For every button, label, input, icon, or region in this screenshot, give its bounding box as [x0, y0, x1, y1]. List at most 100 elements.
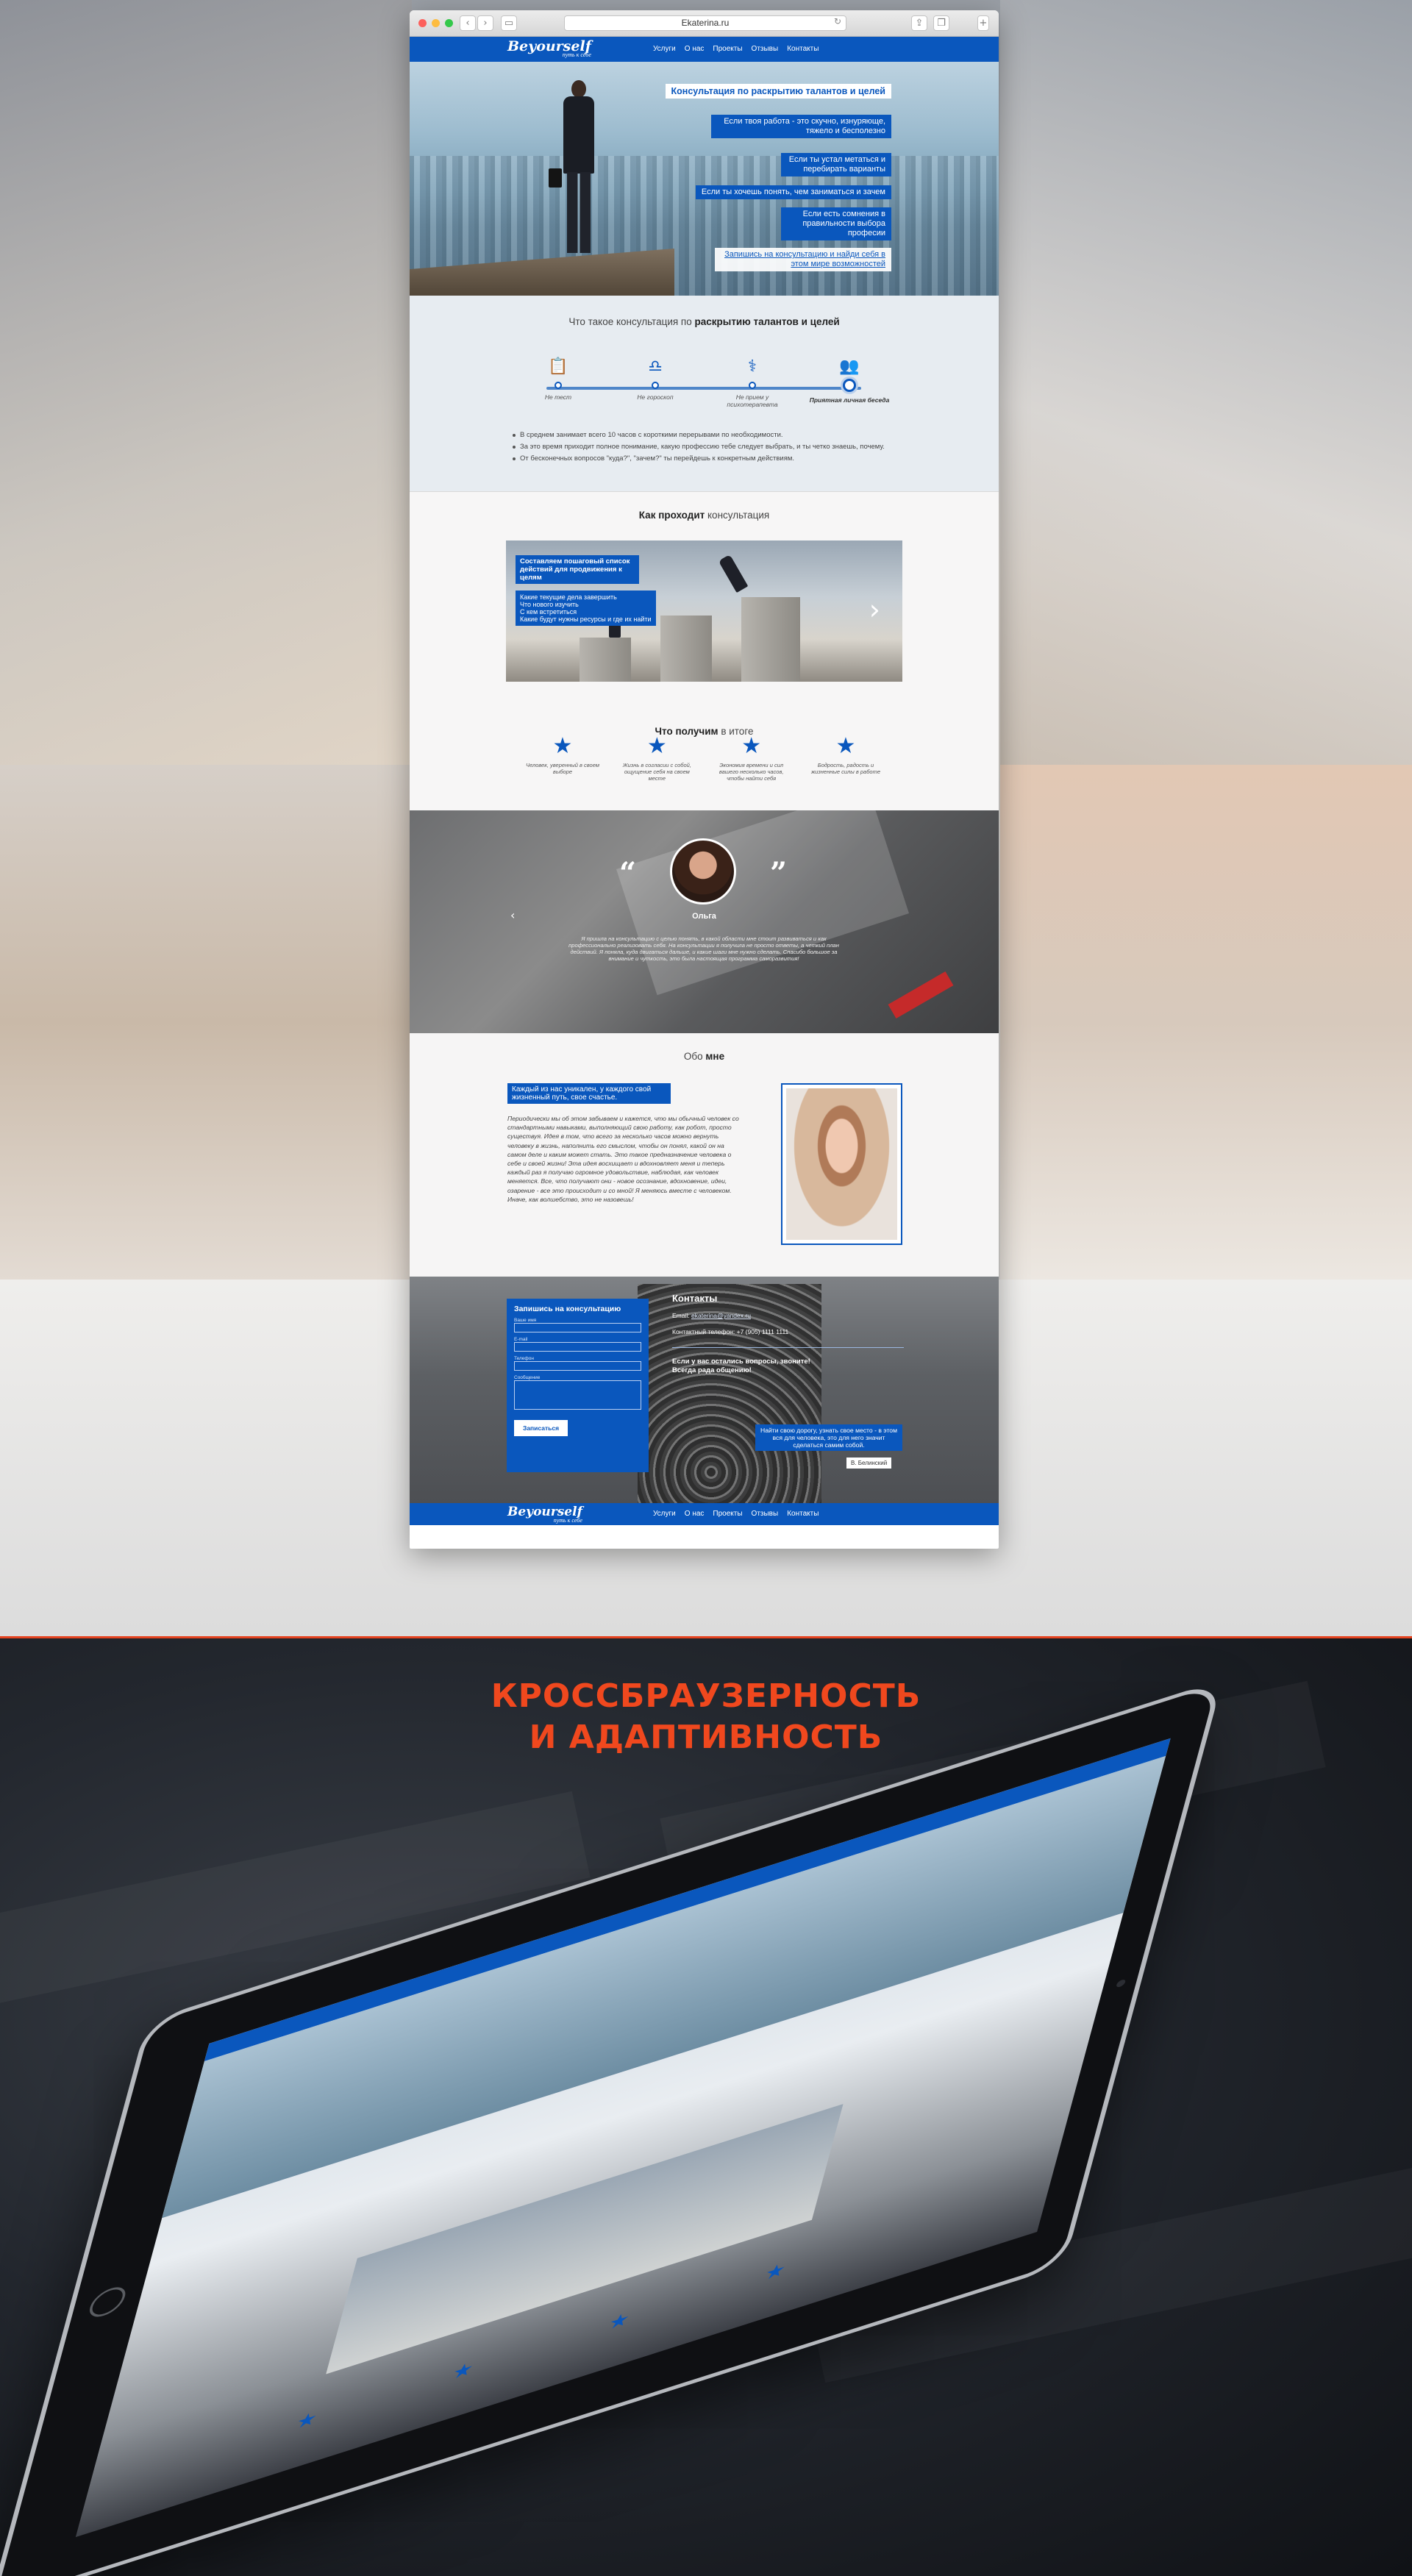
tabs-icon[interactable]: ❐ — [933, 15, 949, 31]
hero-item: Если ты хочешь понять, чем заниматься и … — [695, 185, 891, 199]
address-bar[interactable]: Ekaterina.ru ↻ — [564, 15, 846, 31]
typewriter-image — [638, 1284, 821, 1519]
star-icon: ★ — [835, 733, 856, 759]
step-item: 👥 Приятная личная беседа — [809, 357, 890, 404]
test-icon: 📋 — [548, 357, 568, 376]
browser-window: ‹ › ▭ Ekaterina.ru ↻ ⇪ ❐ + Beyourself пу… — [410, 10, 999, 1549]
menu-item-contacts[interactable]: Контакты — [787, 1503, 819, 1525]
promo-section: КРОССБРАУЗЕРНОСТЬ И АДАПТИВНОСТЬ ★ ★ ★ ★ — [0, 1636, 1412, 2576]
results-list: ★ Человек, уверенный в своем выборе ★ Жи… — [506, 735, 902, 782]
site-header: Beyourself путь к себе Услуги О нас Прое… — [410, 37, 999, 62]
sidebar-icon[interactable]: ▭ — [501, 15, 517, 31]
star-icon: ★ — [646, 733, 667, 759]
name-field[interactable] — [514, 1323, 641, 1332]
menu-item-reviews[interactable]: Отзывы — [752, 37, 779, 62]
tablet-mockup: ★ ★ ★ ★ — [0, 1679, 1224, 2576]
people-icon: 👥 — [839, 357, 860, 376]
quote-close-icon: ” — [770, 856, 788, 891]
form-title: Запишись на консультацию — [514, 1305, 621, 1313]
slide-list: Какие текущие дела завершить Что нового … — [516, 591, 656, 626]
section-title: Что получим в итоге — [655, 726, 754, 737]
steps-timeline: 📋 Не тест ♎ Не гороскоп ⚕ Не прием у пси… — [545, 356, 889, 408]
info-list: В среднем занимает всего 10 часов с коро… — [513, 429, 924, 465]
review-text: Я пришла на консультацию с целью понять,… — [568, 935, 839, 962]
about-section: Обо мне Каждый из нас уникален, у каждог… — [410, 1033, 999, 1277]
horoscope-icon: ♎ — [648, 357, 663, 376]
how-section: Как проходит консультация Составляем пош… — [410, 491, 999, 810]
signup-form: Запишись на консультацию Ваше имя E-mail… — [507, 1299, 649, 1472]
share-icon[interactable]: ⇪ — [911, 15, 927, 31]
list-item: От бесконечных вопросов "куда?", "зачем?… — [513, 453, 924, 465]
step-item: ♎ Не гороскоп — [637, 357, 674, 401]
menu-item-reviews[interactable]: Отзывы — [752, 1503, 779, 1525]
section-title: Что такое консультация по раскрытию тала… — [568, 316, 840, 327]
result-item: ★ Бодрость, радость и жизненные силы в р… — [805, 735, 886, 782]
contact-email: Email: ekaterina@yandex.ru — [672, 1312, 751, 1319]
result-item: ★ Жизнь в согласии с собой, ощущение себ… — [616, 735, 697, 782]
star-icon: ★ — [606, 2308, 632, 2336]
result-item: ★ Человек, уверенный в своем выборе — [522, 735, 603, 782]
main-menu: Услуги О нас Проекты Отзывы Контакты — [653, 37, 819, 62]
hero-item: Если есть сомнения в правильности выбора… — [781, 207, 891, 240]
menu-item-services[interactable]: Услуги — [653, 37, 676, 62]
menu-item-about[interactable]: О нас — [685, 37, 705, 62]
new-tab-icon[interactable]: + — [977, 15, 989, 31]
email-field[interactable] — [514, 1342, 641, 1352]
chevron-right-icon[interactable]: › — [869, 593, 880, 626]
star-icon: ★ — [293, 2407, 320, 2435]
person-image — [718, 554, 749, 593]
message-field[interactable] — [514, 1380, 641, 1410]
home-button — [86, 2283, 129, 2322]
about-text: Периодически мы об этом забываем и кажет… — [507, 1115, 739, 1203]
camera-icon — [1116, 1978, 1127, 1988]
star-icon: ★ — [741, 733, 762, 759]
chevron-left-icon[interactable]: ‹ — [460, 15, 476, 31]
submit-button[interactable]: Записаться — [514, 1420, 568, 1436]
browser-toolbar: ‹ › ▭ Ekaterina.ru ↻ ⇪ ❐ + — [410, 10, 999, 37]
menu-item-contacts[interactable]: Контакты — [787, 37, 819, 62]
site-logo[interactable]: Beyourself путь к себе — [507, 40, 591, 59]
slider: Составляем пошаговый список действий для… — [506, 540, 902, 682]
close-window-button[interactable] — [418, 19, 427, 27]
footer-menu: Услуги О нас Проекты Отзывы Контакты — [653, 1503, 819, 1525]
psychotherapist-icon: ⚕ — [748, 357, 757, 376]
star-icon: ★ — [552, 733, 573, 759]
result-item: ★ Экономия времени и сил вашего нескольк… — [711, 735, 792, 782]
testimonial-section: ‹ “ ” Ольга Я пришла на консультацию с ц… — [410, 810, 999, 1033]
star-icon: ★ — [449, 2358, 476, 2385]
contacts-title: Контакты — [672, 1293, 718, 1304]
reload-icon[interactable]: ↻ — [834, 16, 841, 26]
section-title: Как проходит консультация — [638, 510, 770, 521]
phone-field[interactable] — [514, 1361, 641, 1371]
hero-title: Консультация по раскрытию талантов и цел… — [665, 84, 891, 99]
list-item: В среднем занимает всего 10 часов с коро… — [513, 429, 924, 441]
step-item: ⚕ Не прием у психотерапевта — [727, 357, 778, 408]
menu-item-services[interactable]: Услуги — [653, 1503, 676, 1525]
footer-logo[interactable]: Beyourself путь к себе — [507, 1505, 582, 1524]
menu-item-projects[interactable]: Проекты — [713, 1503, 742, 1525]
businessman-image — [549, 80, 597, 257]
quote-text: Найти свою дорогу, узнать свое место - в… — [755, 1424, 902, 1451]
chevron-right-icon[interactable]: › — [477, 15, 493, 31]
minimize-window-button[interactable] — [432, 19, 440, 27]
maximize-window-button[interactable] — [445, 19, 453, 27]
hero-item: Если ты устал метаться и перебирать вари… — [781, 153, 891, 176]
hero-item: Если твоя работа - это скучно, изнуряюще… — [711, 115, 891, 138]
contact-call-text: Если у вас остались вопросы, звоните! Вс… — [672, 1357, 810, 1374]
about-caption: Каждый из нас уникален, у каждого свой ж… — [507, 1083, 671, 1104]
avatar — [670, 838, 736, 905]
reviewer-name: Ольга — [692, 912, 716, 921]
site-footer: Beyourself путь к себе Услуги О нас Прое… — [410, 1503, 999, 1525]
url-text: Ekaterina.ru — [681, 18, 730, 28]
quote-open-icon: “ — [619, 856, 637, 891]
tablet-screen: ★ ★ ★ ★ — [75, 1738, 1171, 2538]
step-item: 📋 Не тест — [544, 357, 572, 401]
menu-item-projects[interactable]: Проекты — [713, 37, 742, 62]
contact-phone: Контактный телефон: +7 (905) 1111 1111 — [672, 1328, 789, 1335]
signup-link[interactable]: Запишись на консультацию и найди себя в … — [715, 248, 891, 271]
star-icon: ★ — [762, 2258, 788, 2286]
menu-item-about[interactable]: О нас — [685, 1503, 705, 1525]
list-item: За это время приходит полное понимание, … — [513, 441, 924, 453]
hero-section: Консультация по раскрытию талантов и цел… — [410, 62, 999, 296]
contacts-section: Запишись на консультацию Ваше имя E-mail… — [410, 1277, 999, 1525]
